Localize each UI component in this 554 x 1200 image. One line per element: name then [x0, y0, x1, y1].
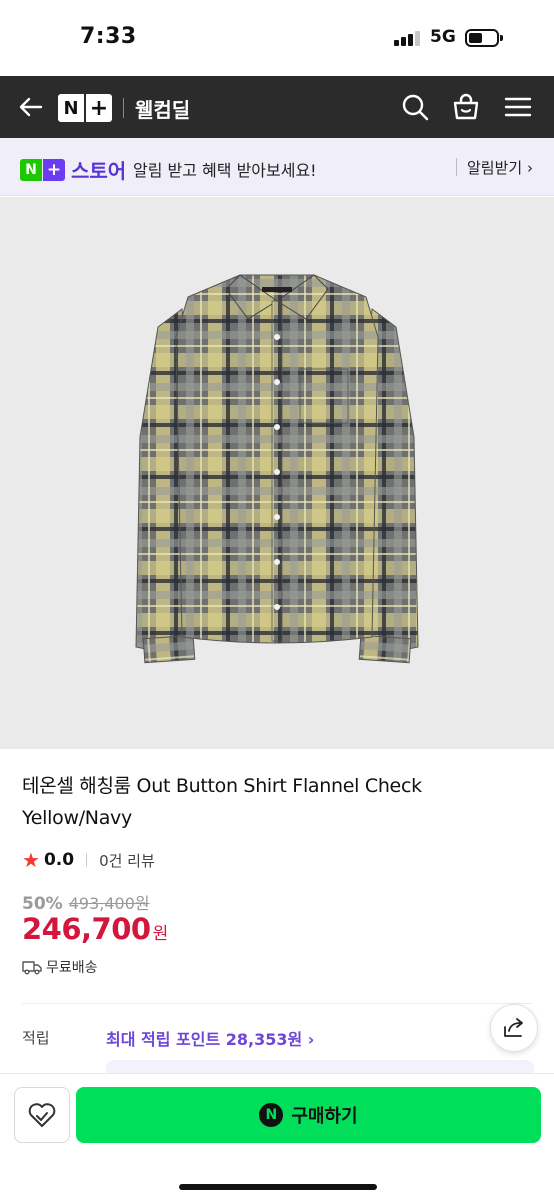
- store-banner-message: 알림 받고 혜택 받아보세요!: [133, 161, 317, 180]
- original-price: 493,400원: [68, 894, 150, 913]
- max-points-link[interactable]: 최대 적립 포인트 28,353원 ›: [106, 1026, 314, 1050]
- review-count-link[interactable]: 0건 리뷰: [99, 850, 155, 871]
- menu-button[interactable]: [503, 92, 533, 122]
- store-banner: N + 스토어 알림 받고 혜택 받아보세요! 알림받기 ›: [0, 138, 554, 196]
- npay-icon: N: [259, 1103, 284, 1127]
- discount-row: 50% 493,400원: [22, 890, 150, 914]
- home-indicator[interactable]: [179, 1184, 377, 1190]
- rating-divider: [86, 853, 88, 867]
- rating-score: 0.0: [43, 850, 75, 870]
- cart-button[interactable]: [451, 92, 481, 122]
- store-logo-text: 스토어: [71, 159, 127, 183]
- notification-subscribe-link[interactable]: 알림받기 ›: [467, 157, 533, 178]
- back-button[interactable]: [16, 92, 46, 122]
- signal-icon: [394, 30, 422, 46]
- price-row: 246,700 원: [22, 912, 168, 946]
- back-arrow-icon: [19, 97, 43, 117]
- nplus-store-logo[interactable]: N + 스토어: [20, 155, 126, 184]
- search-icon: [402, 94, 429, 121]
- store-logo-plus: +: [43, 158, 65, 181]
- network-type: 5G: [430, 27, 456, 47]
- buy-button[interactable]: N 구매하기: [76, 1087, 541, 1143]
- section-divider: [22, 1003, 532, 1004]
- heart-icon: [28, 1103, 56, 1127]
- share-button[interactable]: [490, 1004, 538, 1052]
- logo-plus: +: [86, 94, 112, 122]
- shipping-label: 무료배송: [46, 960, 98, 976]
- share-icon: [504, 1018, 523, 1037]
- points-row: 적립 최대 적립 포인트 28,353원 ›: [22, 1025, 532, 1049]
- buy-button-label: 구매하기: [291, 1106, 358, 1127]
- battery-icon: [465, 29, 503, 47]
- bottom-action-bar: N 구매하기: [0, 1073, 554, 1200]
- store-banner-divider: [456, 158, 457, 176]
- nav-title[interactable]: 웰컴딜: [135, 94, 190, 123]
- hamburger-menu-icon: [504, 97, 532, 117]
- shopping-bag-icon: [453, 93, 479, 120]
- status-bar: 7:33 5G: [0, 0, 554, 76]
- sale-price: 246,700: [22, 912, 151, 946]
- status-time: 7:33: [80, 24, 137, 49]
- currency-label: 원: [152, 924, 169, 944]
- plaid-shirt-image: [135, 274, 419, 664]
- product-title: 테온셀 해칭룸 Out Button Shirt Flannel Check Y…: [22, 775, 422, 829]
- shipping-info: 무료배송: [22, 957, 98, 977]
- store-logo-n: N: [20, 158, 42, 181]
- search-button[interactable]: [400, 92, 430, 122]
- top-nav: N + 웰컴딜: [0, 76, 554, 138]
- logo-n: N: [58, 94, 84, 122]
- product-image[interactable]: [0, 197, 554, 749]
- delivery-truck-icon: [22, 961, 42, 975]
- nplus-logo[interactable]: N +: [58, 94, 112, 122]
- rating-row: ★ 0.0 0건 리뷰: [22, 848, 155, 872]
- nav-divider: [123, 98, 124, 118]
- points-label: 적립: [22, 1029, 50, 1047]
- discount-rate: 50%: [22, 894, 63, 914]
- star-icon: ★: [22, 848, 40, 872]
- wishlist-button[interactable]: [14, 1087, 70, 1143]
